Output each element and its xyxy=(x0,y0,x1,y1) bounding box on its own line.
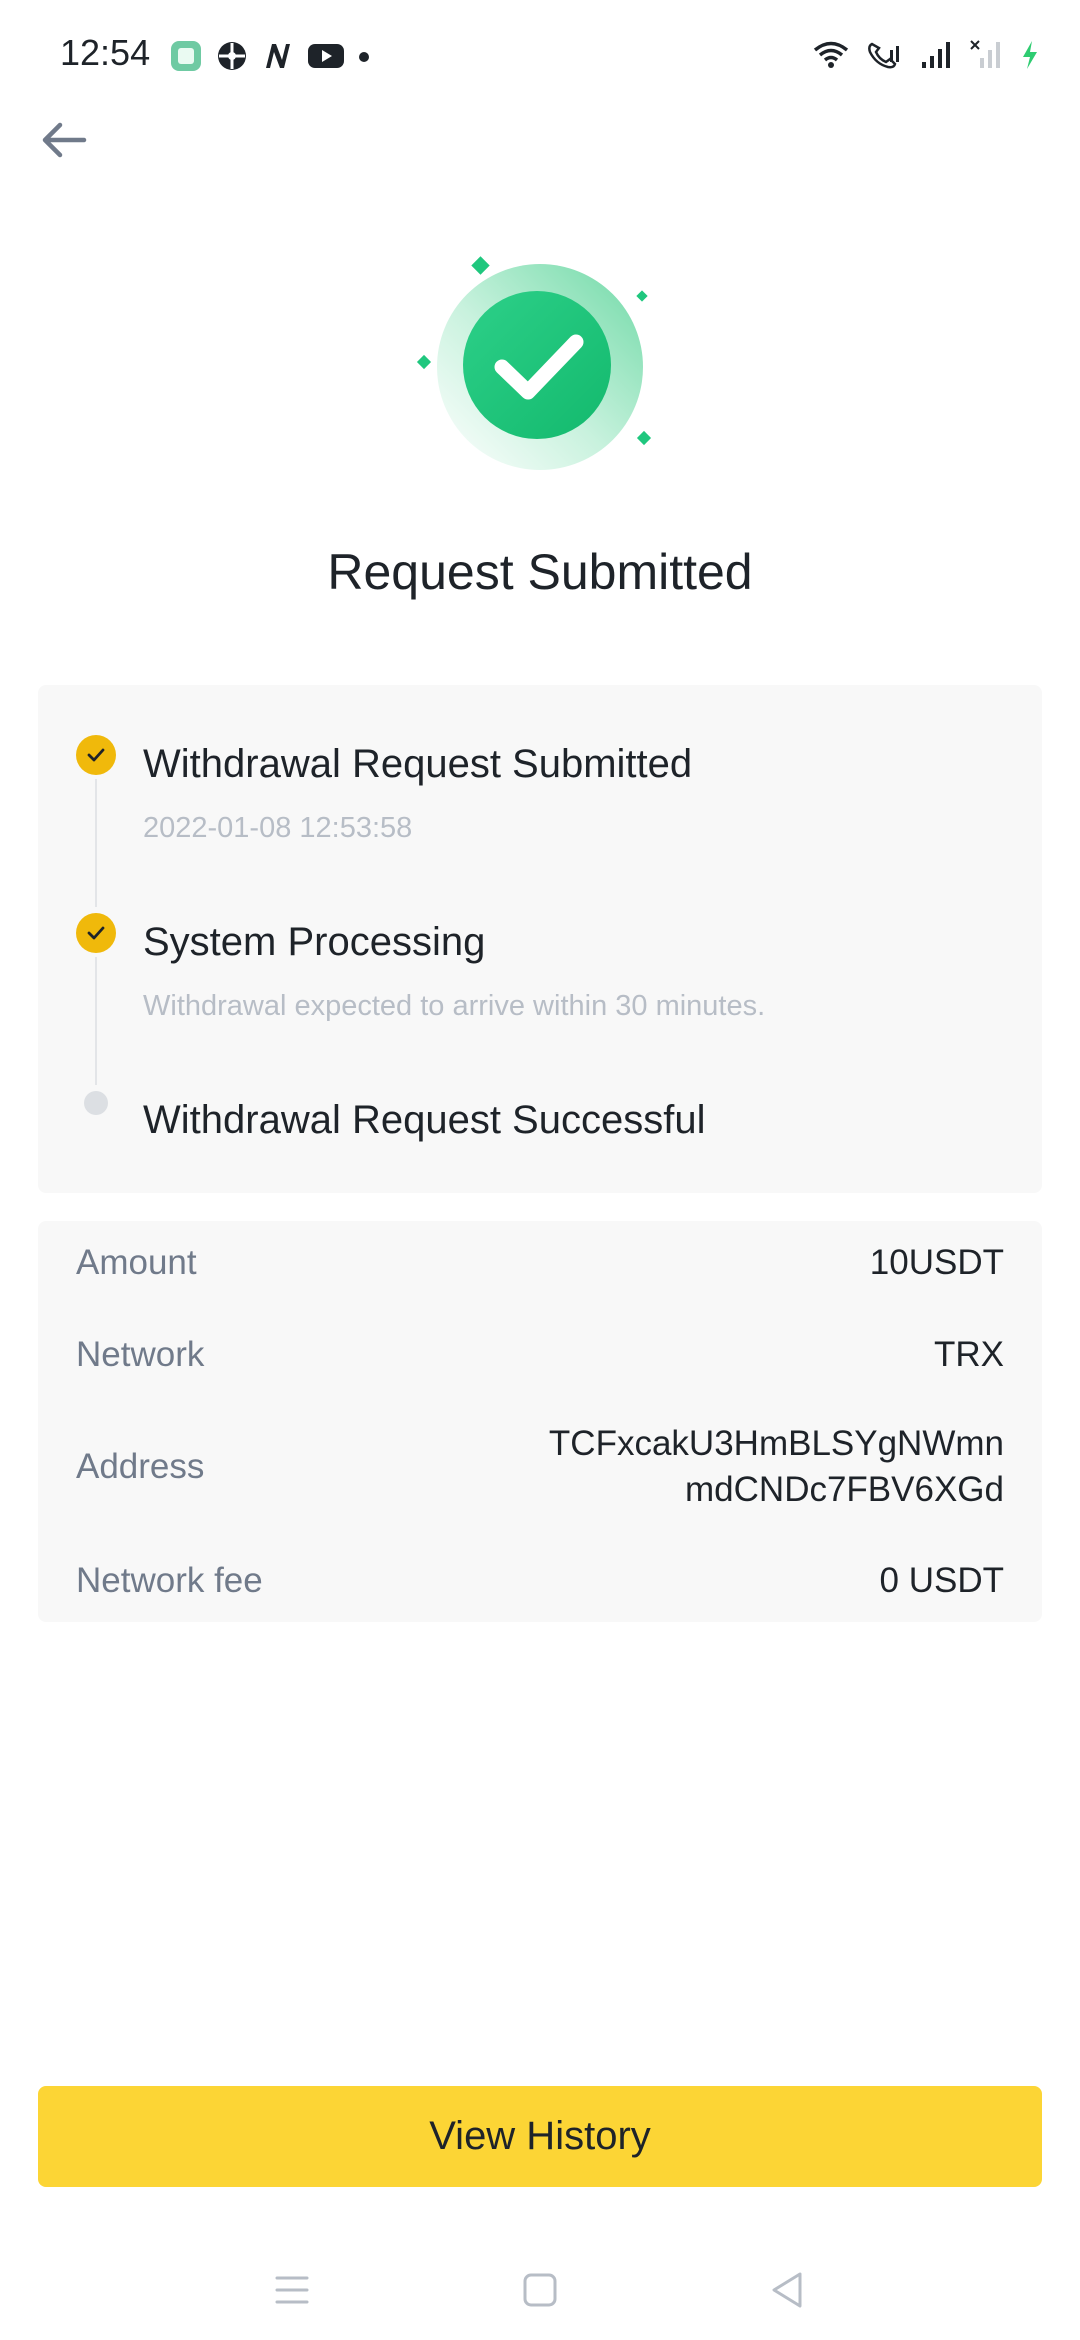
status-time: 12:54 xyxy=(60,32,151,73)
timeline-connector xyxy=(95,779,97,907)
timeline-step-subtitle: Withdrawal expected to arrive within 30 … xyxy=(143,990,766,1022)
success-check-icon xyxy=(416,256,652,470)
gallery-app-icon xyxy=(170,40,202,77)
soccer-ball-icon xyxy=(216,40,248,77)
timeline-connector xyxy=(95,957,97,1085)
wifi-icon xyxy=(812,40,850,75)
page-title: Request Submitted xyxy=(327,544,753,600)
view-history-button[interactable]: View History xyxy=(38,2086,1042,2187)
notification-icons xyxy=(170,40,370,77)
detail-label: Address xyxy=(76,1447,205,1486)
charging-icon xyxy=(1020,40,1040,75)
back-button[interactable] xyxy=(36,112,92,168)
detail-row-network: Network TRX xyxy=(76,1335,1004,1375)
success-illustration xyxy=(410,250,660,480)
signal-no-sim-icon xyxy=(970,40,1004,75)
step-pending-dot-icon xyxy=(84,1091,108,1115)
system-nav-bar xyxy=(0,2240,1080,2340)
step-done-check-icon xyxy=(76,913,116,953)
detail-value-address[interactable]: TCFxcakU3HmBLSYgNWmn mdCNDc7FBV6XGd xyxy=(549,1421,1004,1513)
address-line-1: TCFxcakU3HmBLSYgNWmn xyxy=(548,1424,1004,1463)
detail-value: TRX xyxy=(934,1335,1004,1374)
detail-label: Amount xyxy=(76,1243,197,1282)
timeline-step-subtitle: 2022-01-08 12:53:58 xyxy=(143,812,413,844)
youtube-icon xyxy=(308,42,344,75)
detail-row-amount: Amount 10USDT xyxy=(76,1243,1004,1283)
detail-label: Network fee xyxy=(76,1561,263,1600)
dot-icon xyxy=(358,50,370,68)
timeline-step-title: System Processing xyxy=(143,920,486,964)
step-done-check-icon xyxy=(76,735,116,775)
timeline-step-title: Withdrawal Request Submitted xyxy=(143,742,693,786)
address-line-2: mdCNDc7FBV6XGd xyxy=(685,1470,1004,1509)
detail-value: 10USDT xyxy=(869,1243,1004,1282)
menu-icon[interactable] xyxy=(262,2262,322,2318)
withdrawal-details: Amount 10USDT Network TRX Address TCFxca… xyxy=(38,1221,1042,1622)
status-bar: 12:54 xyxy=(0,0,1080,110)
n-app-icon xyxy=(262,40,294,77)
arrow-left-icon xyxy=(42,122,87,158)
wifi-calling-icon xyxy=(866,40,904,75)
detail-label: Network xyxy=(76,1335,205,1374)
withdrawal-timeline: Withdrawal Request Submitted 2022-01-08 … xyxy=(38,685,1042,1193)
back-triangle-icon[interactable] xyxy=(758,2262,818,2318)
signal-icon xyxy=(920,40,954,75)
detail-row-address: Address TCFxcakU3HmBLSYgNWmn mdCNDc7FBV6… xyxy=(76,1421,1004,1513)
home-square-icon[interactable] xyxy=(510,2262,570,2318)
system-icons xyxy=(812,40,1040,75)
detail-row-network-fee: Network fee 0 USDT xyxy=(76,1561,1004,1601)
detail-value: 0 USDT xyxy=(879,1561,1004,1600)
timeline-step-title: Withdrawal Request Successful xyxy=(143,1098,706,1142)
